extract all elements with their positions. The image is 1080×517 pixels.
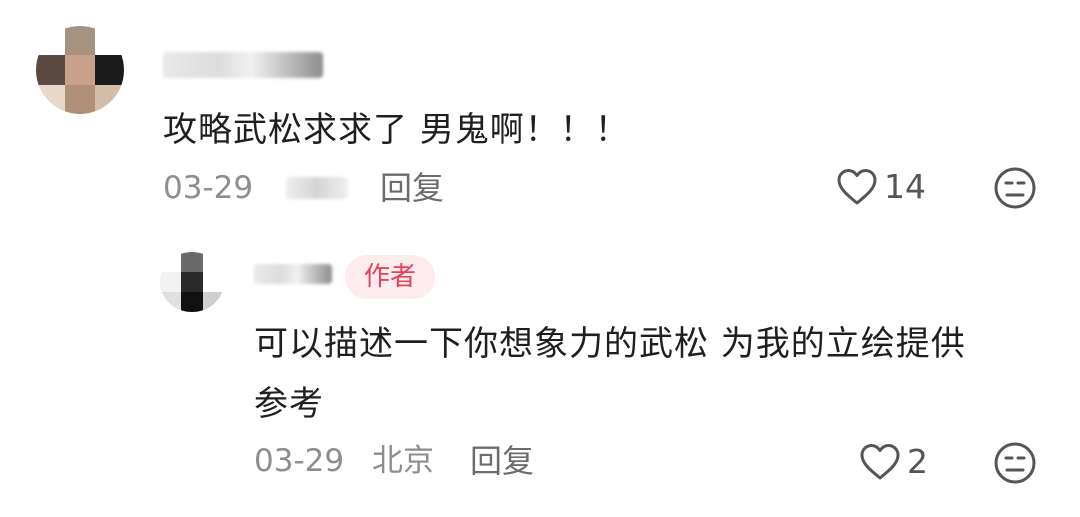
neutral-face-icon[interactable] bbox=[993, 441, 1037, 485]
avatar[interactable] bbox=[36, 26, 124, 114]
like-count: 14 bbox=[884, 167, 926, 206]
reply-avatar[interactable] bbox=[160, 252, 224, 312]
comment-text: 攻略武松求求了 男鬼啊！！！ bbox=[163, 110, 630, 150]
reply-location: 北京 bbox=[372, 443, 434, 479]
location-blurred bbox=[286, 177, 348, 199]
reply-date: 03-29 bbox=[254, 443, 345, 479]
reply-button[interactable]: 回复 bbox=[380, 168, 444, 208]
reply-like-count: 2 bbox=[907, 442, 928, 481]
heart-outline-icon bbox=[837, 169, 877, 205]
reply-text-line1: 可以描述一下你想象力的武松 为我的立绘提供 bbox=[254, 324, 966, 364]
reply-like-button[interactable]: 2 bbox=[859, 442, 928, 482]
heart-outline-icon bbox=[860, 444, 900, 480]
reply-username-blurred[interactable] bbox=[254, 264, 332, 284]
comment-date: 03-29 bbox=[163, 170, 254, 206]
reply-text-line2: 参考 bbox=[254, 384, 324, 424]
author-badge: 作者 bbox=[345, 255, 435, 299]
reply-reply-button[interactable]: 回复 bbox=[470, 441, 534, 481]
neutral-face-icon[interactable] bbox=[993, 166, 1037, 210]
username-blurred[interactable] bbox=[163, 52, 323, 78]
like-button[interactable]: 14 bbox=[836, 167, 926, 207]
